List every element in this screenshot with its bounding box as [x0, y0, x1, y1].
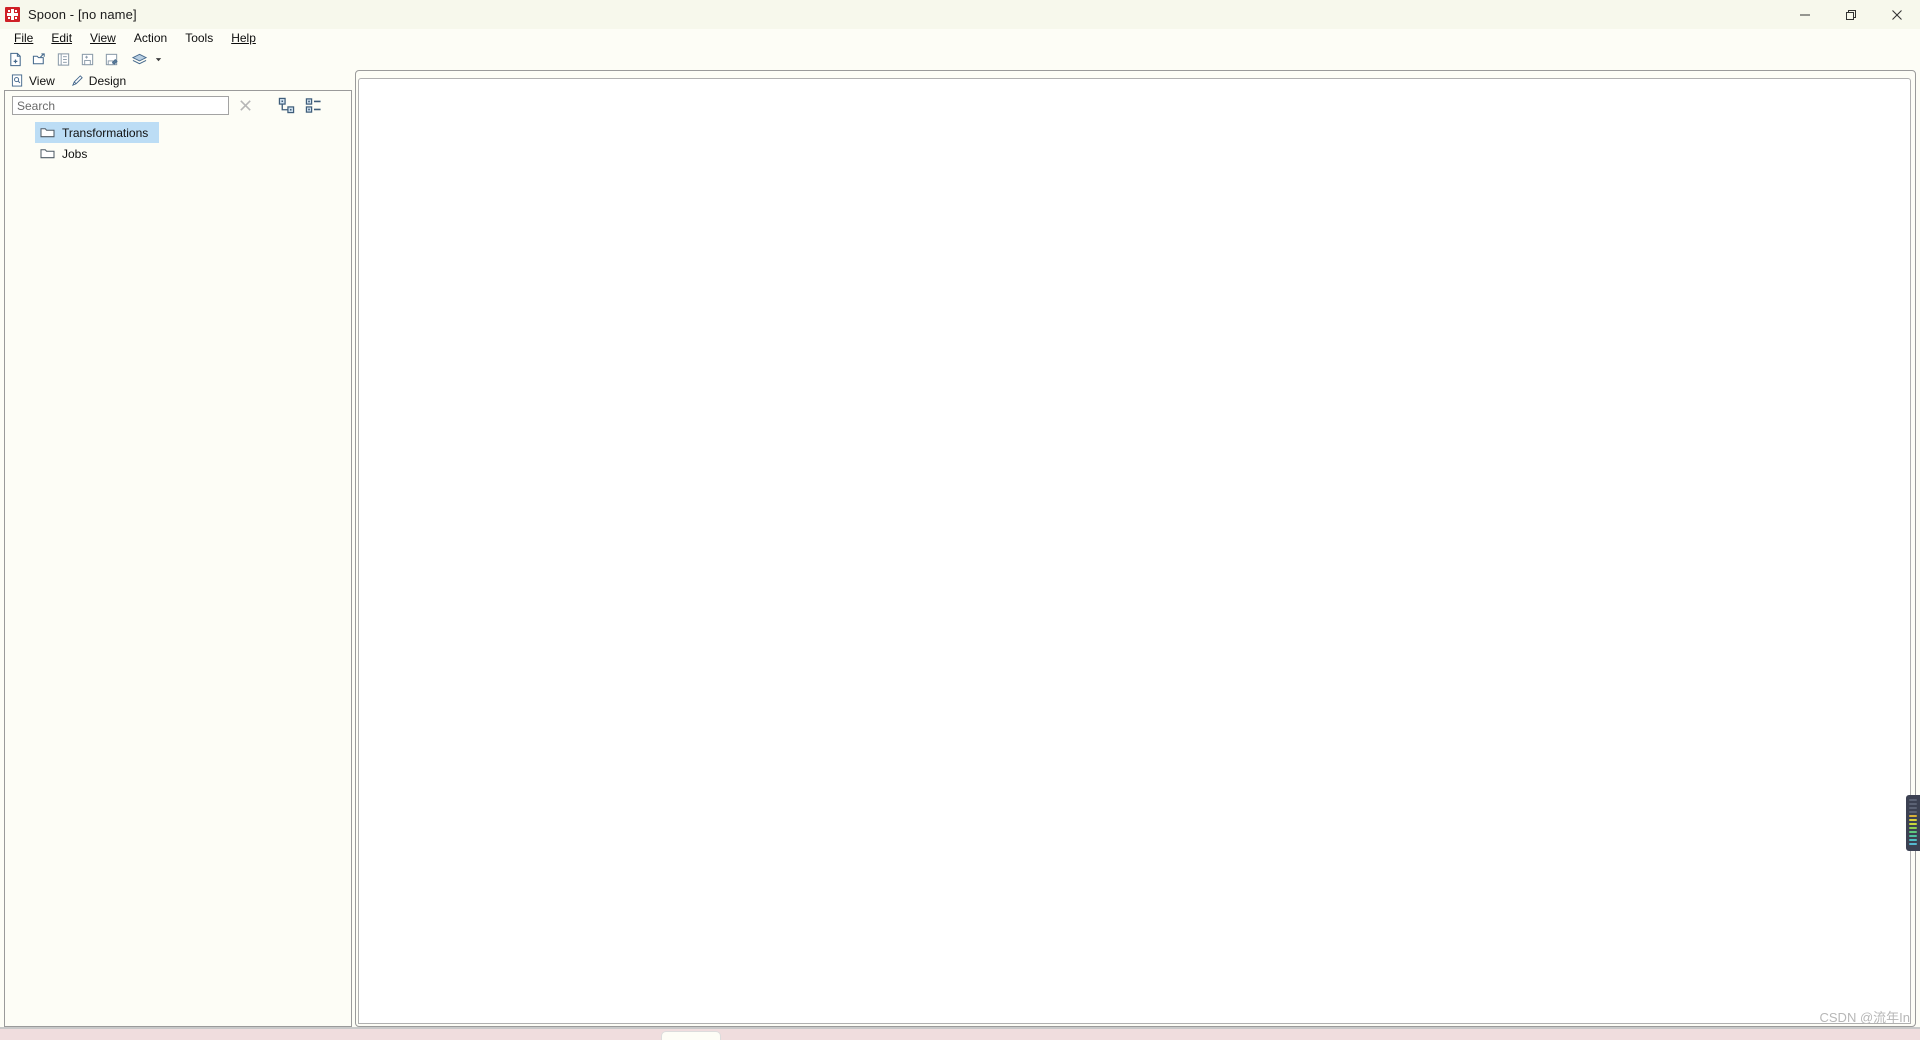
menu-item-help[interactable]: Help	[222, 30, 265, 46]
tree-item-label: Transformations	[62, 125, 149, 140]
menu-file-label: File	[14, 31, 34, 45]
tree-item-transformations[interactable]: Transformations	[35, 122, 160, 143]
explorer-view-mode-buttons	[277, 96, 323, 115]
main-canvas-area	[355, 70, 1916, 1027]
pencil-icon	[71, 74, 84, 87]
spoon-logo-icon	[5, 7, 20, 22]
title-bar: Spoon - [no name]	[0, 0, 1920, 29]
close-button[interactable]	[1874, 0, 1920, 29]
taskbar-pill[interactable]	[661, 1031, 721, 1040]
search-input[interactable]	[12, 96, 229, 115]
tree-item-jobs[interactable]: Jobs	[35, 143, 98, 164]
window-controls	[1782, 0, 1920, 29]
clear-search-icon[interactable]	[232, 95, 258, 117]
explore-repository-icon[interactable]	[51, 48, 75, 70]
screen-recorder-widget[interactable]	[1906, 795, 1920, 851]
main-toolbar	[0, 47, 1920, 71]
tab-view-label: View	[29, 73, 55, 88]
menu-item-edit[interactable]: Edit	[42, 30, 81, 46]
menu-item-file[interactable]: File	[5, 30, 42, 46]
transformation-canvas[interactable]	[358, 78, 1911, 1024]
save-as-icon[interactable]	[99, 48, 123, 70]
menu-edit-label: Edit	[51, 31, 73, 45]
open-file-icon[interactable]	[27, 48, 51, 70]
menu-tools-label: Tools	[185, 31, 214, 45]
layers-icon[interactable]	[127, 48, 151, 70]
save-icon[interactable]	[75, 48, 99, 70]
watermark-text: CSDN @流年In	[1819, 1010, 1911, 1025]
menu-action-label: Action	[133, 31, 168, 45]
minimize-button[interactable]	[1782, 0, 1828, 29]
window-title: Spoon - [no name]	[28, 7, 137, 22]
tab-design[interactable]: Design	[63, 70, 136, 91]
hierarchy-view-icon[interactable]	[277, 96, 296, 115]
explorer-panel: View Design Search Transformations Jobs	[4, 70, 352, 1027]
tab-view[interactable]: View	[4, 70, 64, 91]
menu-item-tools[interactable]: Tools	[176, 30, 222, 46]
explorer-tabstrip: View Design	[4, 70, 352, 91]
menu-help-label: Help	[231, 31, 256, 45]
document-search-icon	[11, 74, 24, 87]
menu-item-view[interactable]: View	[81, 30, 125, 46]
menu-bar: File Edit View Action Tools Help	[0, 29, 1920, 47]
menu-view-label: View	[90, 31, 116, 45]
restore-button[interactable]	[1828, 0, 1874, 29]
list-view-icon[interactable]	[304, 96, 323, 115]
explorer-tree: Transformations Jobs	[6, 120, 350, 1025]
chevron-down-icon[interactable]	[151, 48, 165, 70]
tab-design-label: Design	[88, 73, 127, 88]
canvas-frame	[355, 70, 1916, 1027]
taskbar-strip	[0, 1029, 1920, 1040]
explorer-search-row	[5, 91, 351, 120]
explorer-body: Transformations Jobs	[4, 90, 352, 1027]
tree-item-label: Jobs	[62, 146, 88, 161]
folder-icon	[40, 126, 55, 139]
menu-item-action[interactable]: Action	[125, 30, 176, 46]
spoon-application-window: Spoon - [no name] File Edit View Action …	[0, 0, 1920, 1040]
new-file-icon[interactable]	[3, 48, 27, 70]
folder-icon	[40, 147, 55, 160]
